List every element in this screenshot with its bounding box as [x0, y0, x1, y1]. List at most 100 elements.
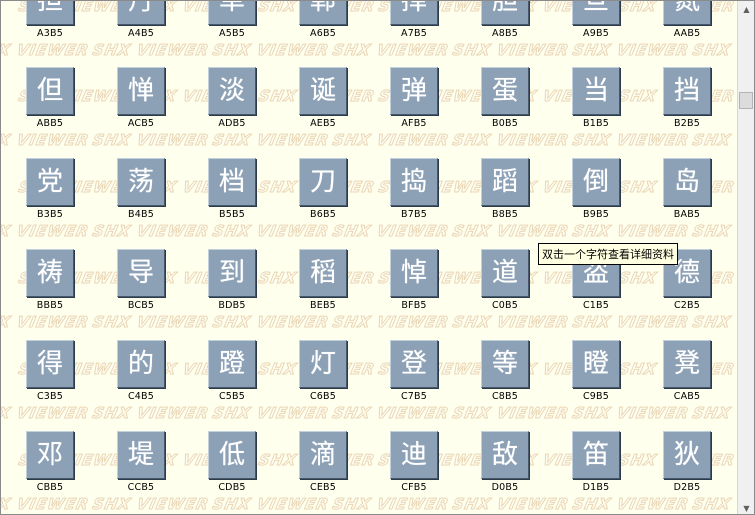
- char-tile[interactable]: 蹬: [208, 340, 256, 388]
- char-cell[interactable]: 滴 CEB5: [299, 431, 359, 501]
- char-tile[interactable]: 荡: [117, 158, 165, 206]
- char-tile[interactable]: 挡: [663, 67, 711, 115]
- char-cell[interactable]: 胆 A8B5: [481, 1, 541, 47]
- char-cell[interactable]: 刀 B6B5: [299, 158, 359, 228]
- char-tile[interactable]: 单: [208, 1, 256, 25]
- char-cell[interactable]: 祷 BBB5: [26, 249, 86, 319]
- char-tile[interactable]: 得: [26, 340, 74, 388]
- char-tile[interactable]: 倒: [572, 158, 620, 206]
- char-tile[interactable]: 导: [117, 249, 165, 297]
- char-tile[interactable]: 刀: [299, 158, 347, 206]
- char-tile[interactable]: 诞: [299, 67, 347, 115]
- char-cell[interactable]: 担 A3B5: [26, 1, 86, 47]
- char-cell[interactable]: 瞪 C9B5: [572, 340, 632, 410]
- char-cell[interactable]: 诞 AEB5: [299, 67, 359, 137]
- char-cell[interactable]: 荡 B4B5: [117, 158, 177, 228]
- char-tile[interactable]: 党: [26, 158, 74, 206]
- char-tile[interactable]: 凳: [663, 340, 711, 388]
- char-cell[interactable]: 挡 B2B5: [663, 67, 723, 137]
- char-tile[interactable]: 旦: [572, 1, 620, 25]
- char-tile[interactable]: 笛: [572, 431, 620, 479]
- char-tile[interactable]: 氮: [663, 1, 711, 25]
- char-tile[interactable]: 堤: [117, 431, 165, 479]
- char-tile[interactable]: 蛋: [481, 67, 529, 115]
- char-cell[interactable]: 捣 B7B5: [390, 158, 450, 228]
- char-glyph: 灯: [309, 349, 336, 379]
- char-tile[interactable]: 悼: [390, 249, 438, 297]
- char-code-label: ACB5: [127, 118, 155, 129]
- char-cell[interactable]: 道 C0B5: [481, 249, 541, 319]
- char-cell[interactable]: 丹 A4B5: [117, 1, 177, 47]
- char-tile[interactable]: 弹: [390, 67, 438, 115]
- char-tile[interactable]: 捣: [390, 158, 438, 206]
- char-cell[interactable]: 单 A5B5: [208, 1, 268, 47]
- char-cell[interactable]: 登 C7B5: [390, 340, 450, 410]
- char-tile[interactable]: 祷: [26, 249, 74, 297]
- char-cell[interactable]: 敌 D0B5: [481, 431, 541, 501]
- char-cell[interactable]: 狄 D2B5: [663, 431, 723, 501]
- char-cell[interactable]: 堤 CCB5: [117, 431, 177, 501]
- char-cell[interactable]: 郸 A6B5: [299, 1, 359, 47]
- char-cell[interactable]: 蹈 B8B5: [481, 158, 541, 228]
- char-tile[interactable]: 的: [117, 340, 165, 388]
- arrow-up-icon[interactable]: ▲: [738, 1, 754, 17]
- char-cell[interactable]: 的 C4B5: [117, 340, 177, 410]
- char-tile[interactable]: 滴: [299, 431, 347, 479]
- char-cell[interactable]: 岛 BAB5: [663, 158, 723, 228]
- char-tile[interactable]: 淡: [208, 67, 256, 115]
- char-tile[interactable]: 当: [572, 67, 620, 115]
- char-tile[interactable]: 低: [208, 431, 256, 479]
- char-cell[interactable]: 稻 BEB5: [299, 249, 359, 319]
- char-cell[interactable]: 灯 C6B5: [299, 340, 359, 410]
- char-cell[interactable]: 当 B1B5: [572, 67, 632, 137]
- char-cell[interactable]: 迪 CFB5: [390, 431, 450, 501]
- char-tile[interactable]: 灯: [299, 340, 347, 388]
- char-tile[interactable]: 胆: [481, 1, 529, 25]
- char-cell[interactable]: 凳 CAB5: [663, 340, 723, 410]
- char-cell[interactable]: 党 B3B5: [26, 158, 86, 228]
- char-cell[interactable]: 等 C8B5: [481, 340, 541, 410]
- char-cell[interactable]: 到 BDB5: [208, 249, 268, 319]
- char-cell[interactable]: 淡 ADB5: [208, 67, 268, 137]
- char-cell[interactable]: 旦 A9B5: [572, 1, 632, 47]
- char-cell[interactable]: 氮 AAB5: [663, 1, 723, 47]
- char-cell[interactable]: 低 CDB5: [208, 431, 268, 501]
- char-tile[interactable]: 道: [481, 249, 529, 297]
- char-cell[interactable]: 惮 ACB5: [117, 67, 177, 137]
- char-cell[interactable]: 弹 AFB5: [390, 67, 450, 137]
- char-tile[interactable]: 担: [26, 1, 74, 25]
- char-tile[interactable]: 郸: [299, 1, 347, 25]
- char-tile[interactable]: 丹: [117, 1, 165, 25]
- char-tile[interactable]: 邓: [26, 431, 74, 479]
- char-cell[interactable]: 笛 D1B5: [572, 431, 632, 501]
- char-cell[interactable]: 蛋 B0B5: [481, 67, 541, 137]
- vertical-scrollbar[interactable]: ▲ ▼: [737, 1, 754, 514]
- char-cell[interactable]: 但 ABB5: [26, 67, 86, 137]
- char-tile[interactable]: 惮: [117, 67, 165, 115]
- char-tile[interactable]: 掸: [390, 1, 438, 25]
- char-cell[interactable]: 导 BCB5: [117, 249, 177, 319]
- char-cell[interactable]: 得 C3B5: [26, 340, 86, 410]
- char-tile[interactable]: 但: [26, 67, 74, 115]
- scrollbar-thumb[interactable]: [739, 92, 753, 109]
- arrow-down-icon[interactable]: ▼: [738, 500, 754, 514]
- character-grid-viewport[interactable]: SHX VIEWER SHX VIEWER SHX VIEWER SHX VIEWER…: [1, 1, 737, 514]
- char-tile[interactable]: 瞪: [572, 340, 620, 388]
- char-cell[interactable]: 倒 B9B5: [572, 158, 632, 228]
- char-cell[interactable]: 悼 BFB5: [390, 249, 450, 319]
- char-cell[interactable]: 档 B5B5: [208, 158, 268, 228]
- char-cell[interactable]: 蹬 C5B5: [208, 340, 268, 410]
- char-tile[interactable]: 到: [208, 249, 256, 297]
- char-cell[interactable]: 邓 CBB5: [26, 431, 86, 501]
- char-tile[interactable]: 蹈: [481, 158, 529, 206]
- char-tile[interactable]: 迪: [390, 431, 438, 479]
- char-code-label: AEB5: [310, 118, 336, 129]
- char-tile[interactable]: 稻: [299, 249, 347, 297]
- char-tile[interactable]: 敌: [481, 431, 529, 479]
- char-tile[interactable]: 狄: [663, 431, 711, 479]
- char-cell[interactable]: 掸 A7B5: [390, 1, 450, 47]
- char-tile[interactable]: 档: [208, 158, 256, 206]
- char-tile[interactable]: 登: [390, 340, 438, 388]
- char-tile[interactable]: 等: [481, 340, 529, 388]
- char-tile[interactable]: 岛: [663, 158, 711, 206]
